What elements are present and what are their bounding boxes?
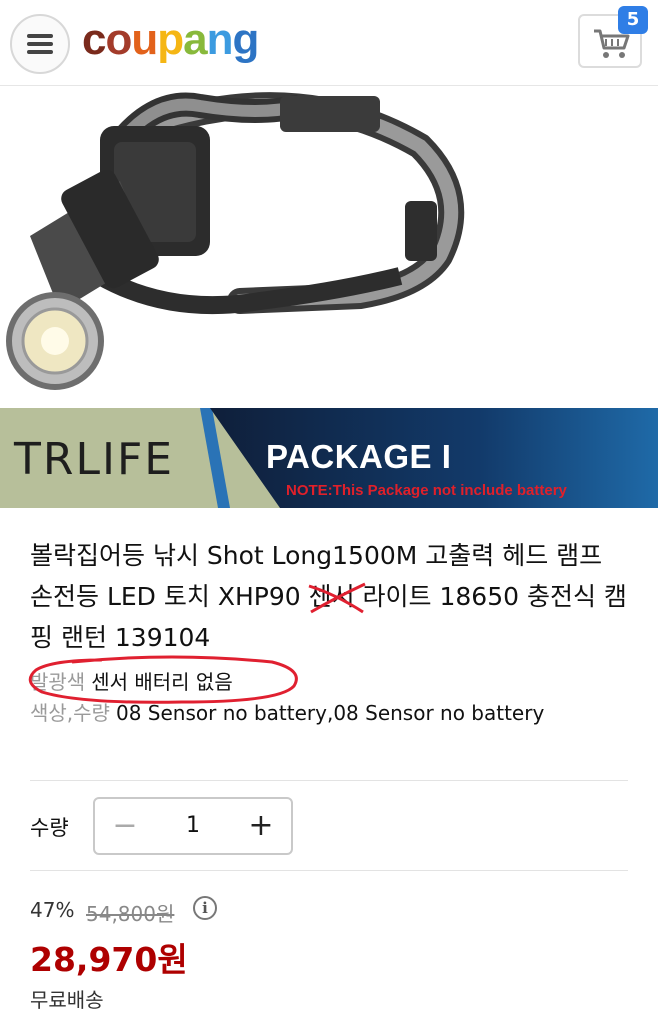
quantity-value[interactable]: 1 <box>155 799 231 853</box>
quantity-label: 수량 <box>30 816 69 840</box>
headlamp-illustration <box>6 92 465 390</box>
top-header: coupang 5 <box>0 0 658 86</box>
info-icon[interactable]: i <box>193 896 217 920</box>
original-price: 54,800원 <box>86 902 175 926</box>
struck-word: 센서 <box>308 576 366 617</box>
product-title: 볼락집어등 낚시 Shot Long1500M 고출력 헤드 램프 손전등 LE… <box>30 535 630 658</box>
quantity-option-row: 색상,수량 08 Sensor no battery,08 Sensor no b… <box>30 698 620 728</box>
quantity-option-value: 08 Sensor no battery,08 Sensor no batter… <box>115 701 545 725</box>
divider <box>30 870 628 871</box>
coupang-logo[interactable]: coupang <box>82 14 259 66</box>
quantity-stepper: − 1 + <box>93 797 293 855</box>
cart-count-badge: 5 <box>618 6 648 34</box>
hamburger-icon <box>27 30 53 58</box>
hamburger-menu-button[interactable] <box>10 14 70 74</box>
divider <box>30 780 628 781</box>
shipping-info: 무료배송 <box>30 988 104 1012</box>
product-image[interactable] <box>0 86 658 408</box>
red-x-annotation <box>308 582 366 614</box>
quantity-decrease-button[interactable]: − <box>95 799 155 853</box>
quantity-increase-button[interactable]: + <box>231 799 291 853</box>
package-note: NOTE:This Package not include battery <box>286 482 567 499</box>
quantity-option-label: 색상,수량 <box>30 701 110 725</box>
discount-rate: 47% <box>30 898 75 922</box>
brand-logo: TRLIFE <box>14 434 175 485</box>
sale-price: 28,970원 <box>30 940 188 979</box>
package-title: PACKAGE I <box>266 438 452 475</box>
package-banner: TRLIFE PACKAGE I NOTE:This Package not i… <box>0 408 658 508</box>
